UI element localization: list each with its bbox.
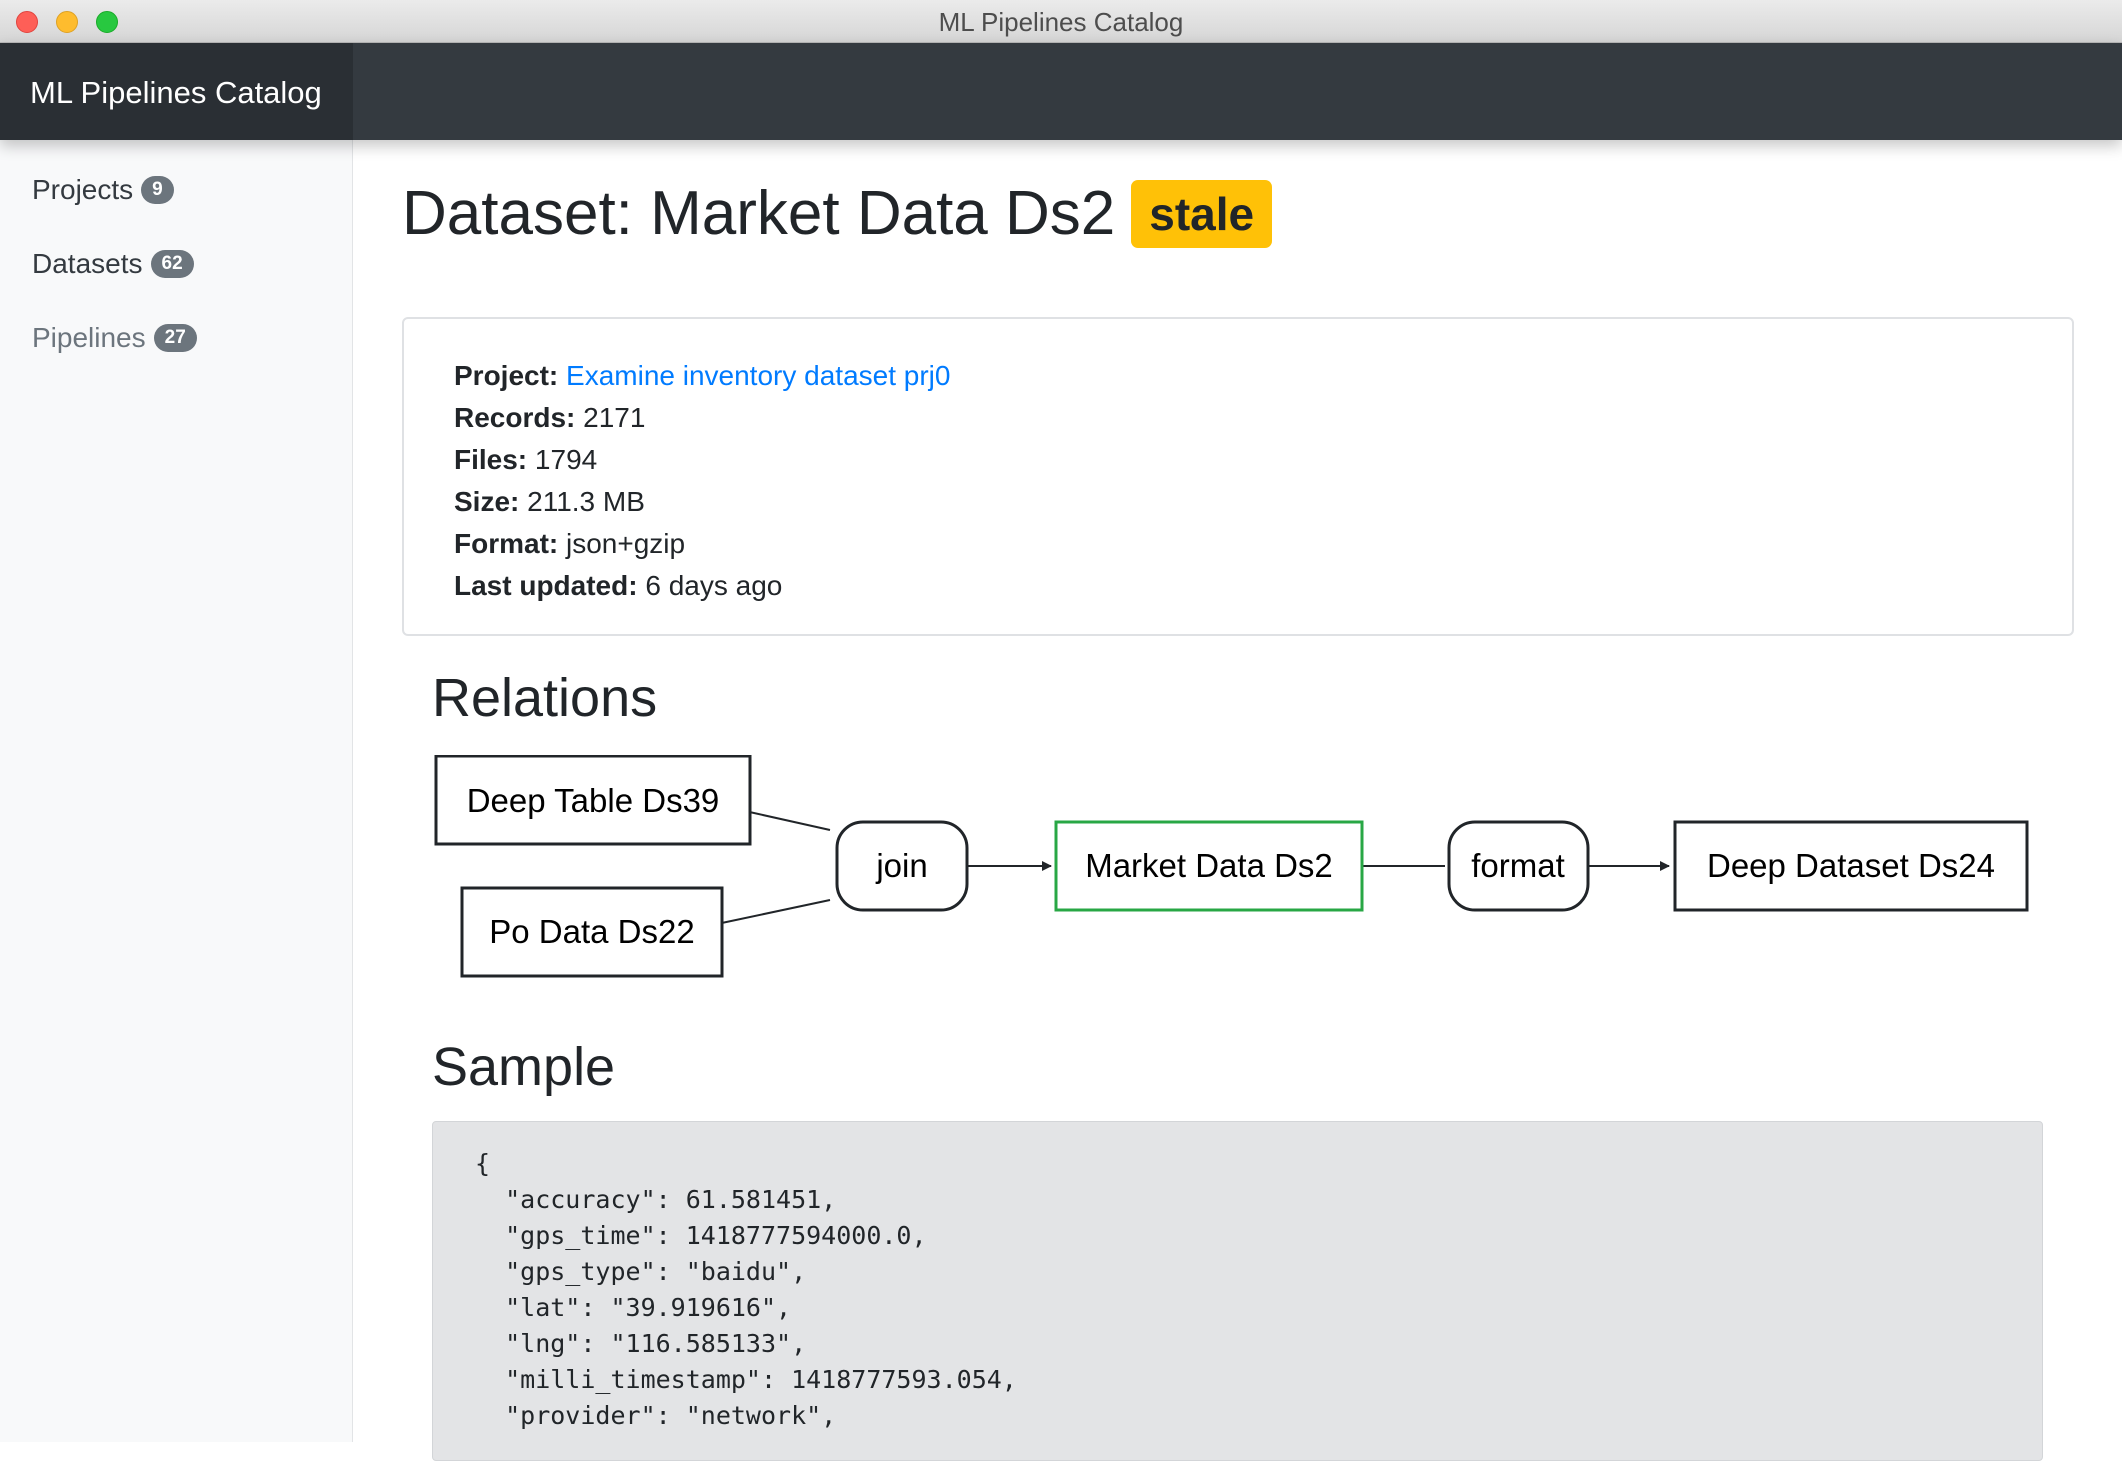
relations-graph: Deep Table Ds39 Po Data Ds22 join Market…	[434, 755, 2029, 978]
sample-code: { "accuracy": 61.581451, "gps_time": 141…	[475, 1146, 1017, 1434]
info-value: 2171	[583, 402, 646, 433]
project-link[interactable]: Examine inventory dataset prj0	[566, 360, 950, 391]
info-row-project: Project: Examine inventory dataset prj0	[454, 355, 950, 397]
sidebar: Projects 9 Datasets 62 Pipelines 27	[0, 140, 353, 1442]
code-line: "milli_timestamp": 1418777593.054,	[475, 1365, 1017, 1394]
relation-node-current[interactable]: Market Data Ds2	[1054, 820, 1364, 912]
info-value: 1794	[534, 444, 598, 475]
page-title: Dataset: Market Data Ds2 stale	[402, 178, 1273, 249]
info-label: Last updated:	[454, 570, 638, 601]
count-badge: 9	[141, 176, 174, 204]
sample-heading: Sample	[432, 1037, 616, 1097]
info-row-records: Records: 2171	[454, 397, 950, 439]
info-label: Format:	[454, 528, 559, 559]
info-row-format: Format: json+gzip	[454, 523, 950, 565]
relation-node-label: Market Data Ds2	[1085, 847, 1333, 884]
count-badge: 27	[153, 324, 197, 352]
relation-node-label: join	[875, 847, 927, 884]
info-row-files: Files: 1794	[454, 439, 950, 481]
info-value: json+gzip	[566, 528, 686, 559]
status-badge: stale	[1131, 179, 1273, 248]
main-content: Dataset: Market Data Ds2 stale Project: …	[353, 140, 2122, 1461]
edge-input2-join	[716, 899, 831, 925]
code-line: "lat": "39.919616",	[475, 1293, 792, 1322]
code-line: "accuracy": 61.581451,	[475, 1185, 837, 1214]
code-line: {	[475, 1149, 491, 1178]
sidebar-item-pipelines[interactable]: Pipelines 27	[32, 322, 197, 354]
sidebar-item-datasets[interactable]: Datasets 62	[32, 248, 194, 280]
count-badge: 62	[150, 250, 194, 278]
window-title: ML Pipelines Catalog	[938, 7, 1184, 37]
sample-code-block: { "accuracy": 61.581451, "gps_time": 141…	[432, 1121, 2043, 1461]
relations-heading: Relations	[432, 668, 658, 728]
relation-node-label: Po Data Ds22	[489, 913, 694, 950]
relation-node-output[interactable]: Deep Dataset Ds24	[1673, 820, 2029, 912]
info-value: 211.3 MB	[527, 486, 645, 517]
sidebar-item-projects[interactable]: Projects 9	[32, 174, 174, 206]
title-bar: ML Pipelines Catalog	[0, 0, 2122, 43]
info-value: 6 days ago	[645, 570, 783, 601]
navbar: ML Pipelines Catalog	[0, 43, 2122, 140]
dataset-info: Project: Examine inventory dataset prj0 …	[454, 355, 950, 607]
page-title-text: Dataset: Market Data Ds2	[402, 179, 1116, 248]
dataset-info-card: Project: Examine inventory dataset prj0 …	[402, 317, 2074, 636]
sidebar-item-label: Projects	[32, 174, 134, 205]
info-label: Project:	[454, 360, 559, 391]
info-label: Files:	[454, 444, 528, 475]
relation-node-join[interactable]: join	[835, 820, 969, 912]
sidebar-item-label: Datasets	[32, 248, 143, 279]
code-line: "gps_time": 1418777594000.0,	[475, 1221, 927, 1250]
edge-input1-join	[744, 810, 831, 831]
navbar-brand[interactable]: ML Pipelines Catalog	[0, 43, 353, 140]
code-line: "lng": "116.585133",	[475, 1329, 807, 1358]
info-label: Records:	[454, 402, 576, 433]
relation-node-input1[interactable]: Deep Table Ds39	[434, 755, 752, 846]
info-label: Size:	[454, 486, 520, 517]
relation-node-label: Deep Dataset Ds24	[1707, 847, 1995, 884]
code-line: "gps_type": "baidu",	[475, 1257, 807, 1286]
info-row-size: Size: 211.3 MB	[454, 481, 950, 523]
relation-node-label: format	[1471, 847, 1565, 884]
sidebar-item-label: Pipelines	[32, 322, 146, 353]
relation-node-input2[interactable]: Po Data Ds22	[460, 886, 724, 978]
info-row-last-updated: Last updated: 6 days ago	[454, 565, 950, 607]
relation-node-format[interactable]: format	[1447, 820, 1590, 912]
code-line: "provider": "network",	[475, 1401, 837, 1430]
relation-node-label: Deep Table Ds39	[467, 782, 720, 819]
